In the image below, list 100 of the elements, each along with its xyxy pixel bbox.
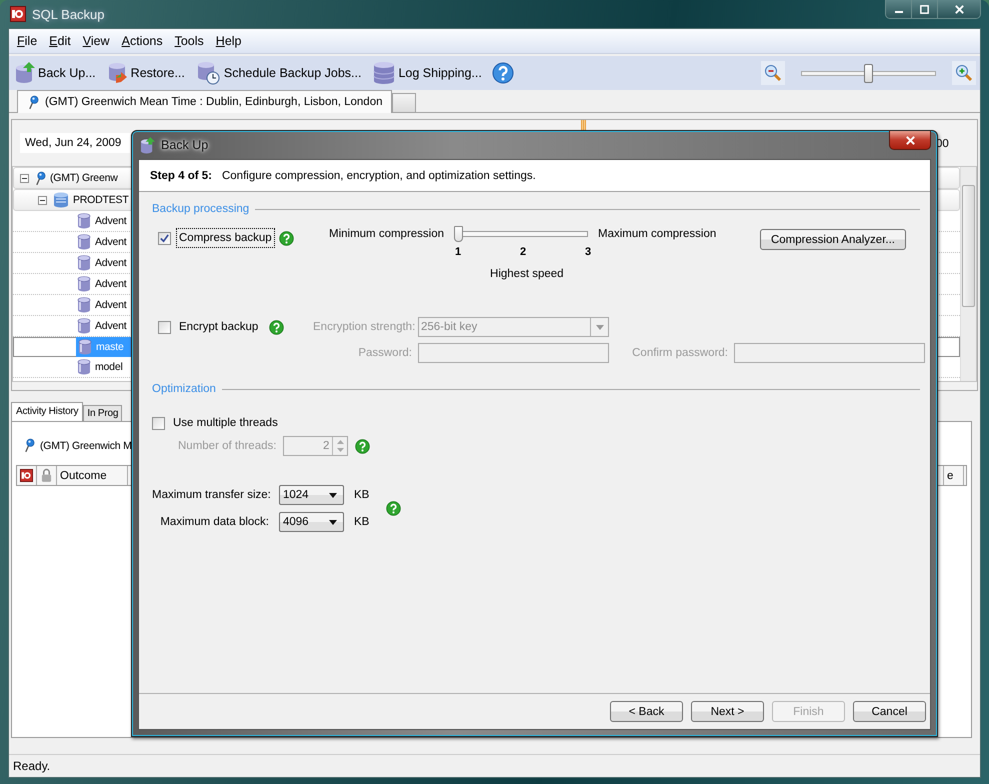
menu-item[interactable]: Edit bbox=[43, 32, 77, 50]
app-icon bbox=[10, 6, 26, 22]
checkbox[interactable] bbox=[158, 320, 171, 334]
tree-item[interactable]: PRODTEST bbox=[51, 190, 131, 210]
database-icon bbox=[77, 276, 91, 292]
tree-item[interactable]: model bbox=[75, 357, 125, 377]
database-icon bbox=[78, 339, 92, 355]
minimize-button[interactable] bbox=[886, 0, 912, 18]
data-block-dropdown[interactable]: 4096 bbox=[279, 512, 344, 532]
tree-item[interactable]: (GMT) Greenw bbox=[33, 168, 120, 188]
help-icon[interactable] bbox=[269, 320, 284, 334]
database-icon bbox=[77, 213, 91, 229]
maximize-button[interactable] bbox=[912, 0, 938, 18]
dialog-title: Back Up bbox=[161, 138, 208, 152]
close-button[interactable] bbox=[889, 131, 931, 150]
timezone-label: (GMT) Greenwich M bbox=[40, 440, 132, 452]
slider-caption: Highest speed bbox=[490, 268, 564, 280]
pin-icon bbox=[28, 94, 39, 110]
unit-label: KB bbox=[354, 489, 370, 501]
tab[interactable]: Activity History bbox=[11, 402, 84, 421]
menu-item[interactable]: File bbox=[11, 32, 44, 50]
toolbar-button[interactable]: Schedule Backup Jobs... bbox=[194, 61, 364, 85]
scrollbar[interactable] bbox=[960, 167, 976, 381]
tab[interactable]: (GMT) Greenwich Mean Time : Dublin, Edinburgh, Lisbon, London bbox=[17, 90, 392, 113]
column-header[interactable]: e bbox=[943, 466, 964, 485]
field-label: Maximum data block: bbox=[159, 516, 269, 528]
toolbar-button[interactable]: Log Shipping... bbox=[371, 61, 484, 85]
tick-label: 1 bbox=[454, 246, 462, 258]
tree-item[interactable]: Advent bbox=[75, 316, 128, 336]
section-heading: Backup processing bbox=[152, 203, 250, 215]
column-header[interactable]: Outcome bbox=[57, 466, 128, 485]
help-icon[interactable] bbox=[492, 62, 514, 84]
checkbox-label[interactable]: Compress backup bbox=[176, 228, 275, 248]
lock-icon bbox=[41, 468, 52, 483]
app-icon bbox=[20, 468, 33, 483]
wizard-button[interactable]: Next > bbox=[691, 701, 764, 722]
password-field[interactable] bbox=[418, 343, 609, 363]
status-text: Ready. bbox=[13, 759, 50, 773]
menu-item[interactable]: Tools bbox=[168, 32, 210, 50]
database-upload-icon bbox=[140, 136, 155, 154]
tree-item[interactable]: Advent bbox=[75, 274, 128, 294]
step-number: Step 4 of 5: bbox=[150, 170, 212, 182]
date-field[interactable]: Wed, Jun 24, 2009 bbox=[20, 133, 130, 153]
checkbox-label[interactable]: Encrypt backup bbox=[176, 317, 262, 337]
wizard-button[interactable]: < Back bbox=[610, 701, 683, 722]
database-icon bbox=[77, 318, 91, 334]
database-icon bbox=[373, 61, 396, 85]
compression-analyzer-button[interactable]: Compression Analyzer... bbox=[760, 229, 906, 250]
help-icon[interactable] bbox=[386, 501, 401, 516]
field-label: Number of threads: bbox=[178, 440, 276, 452]
slider-max-label: Maximum compression bbox=[598, 228, 716, 240]
database-icon bbox=[77, 234, 91, 250]
tree-item[interactable]: Advent bbox=[75, 232, 128, 252]
section-heading: Optimization bbox=[152, 383, 216, 395]
column-header[interactable] bbox=[17, 466, 37, 485]
toolbar-button[interactable]: Restore... bbox=[106, 62, 187, 84]
pin-icon bbox=[35, 170, 46, 186]
tab[interactable]: In Prog bbox=[83, 405, 122, 421]
zoom-in-icon[interactable] bbox=[952, 61, 976, 85]
database-clock-icon bbox=[196, 61, 221, 85]
tree-item[interactable]: Advent bbox=[75, 295, 128, 315]
dropdown-arrow-icon bbox=[329, 520, 337, 524]
field-label: Confirm password: bbox=[631, 347, 728, 359]
tree-item[interactable]: Advent bbox=[75, 253, 128, 273]
field-label: Encryption strength: bbox=[313, 321, 412, 333]
tick-label: 2 bbox=[520, 246, 526, 258]
window-title: SQL Backup bbox=[32, 6, 105, 22]
tree-item[interactable]: Advent bbox=[75, 211, 128, 231]
menu-item[interactable]: View bbox=[76, 32, 116, 50]
close-button[interactable] bbox=[938, 0, 980, 18]
field-label: Password: bbox=[357, 347, 412, 359]
transfer-size-dropdown[interactable]: 1024 bbox=[279, 485, 344, 505]
database-icon bbox=[77, 359, 91, 375]
checkbox-label[interactable]: Use multiple threads bbox=[170, 413, 281, 433]
dropdown-arrow-icon bbox=[596, 324, 604, 330]
checkbox[interactable] bbox=[152, 416, 165, 430]
collapse-icon[interactable] bbox=[38, 196, 47, 204]
step-description: Configure compression, encryption, and optimization settings. bbox=[222, 170, 536, 182]
field-label: Maximum transfer size: bbox=[152, 489, 269, 501]
confirm-password-field[interactable] bbox=[734, 343, 925, 363]
slider-min-label: Minimum compression bbox=[329, 228, 444, 240]
zoom-out-icon[interactable] bbox=[761, 61, 785, 85]
help-icon[interactable] bbox=[355, 438, 370, 454]
collapse-icon[interactable] bbox=[20, 174, 29, 182]
maximize-icon bbox=[919, 4, 930, 14]
menu-item[interactable]: Help bbox=[210, 32, 248, 50]
database-upload-icon bbox=[15, 62, 35, 84]
server-icon bbox=[53, 192, 69, 208]
tick-label: 3 bbox=[584, 246, 592, 258]
help-icon[interactable] bbox=[278, 230, 294, 246]
checkbox[interactable] bbox=[158, 232, 171, 244]
zoom-slider[interactable] bbox=[801, 64, 936, 82]
menu-item[interactable]: Actions bbox=[116, 32, 169, 50]
close-icon bbox=[954, 4, 964, 14]
dropdown-arrow-icon bbox=[329, 492, 337, 498]
database-icon bbox=[77, 255, 91, 271]
toolbar-button[interactable]: Back Up... bbox=[13, 62, 98, 84]
unit-label: KB bbox=[354, 516, 370, 528]
wizard-button[interactable]: Cancel bbox=[853, 701, 926, 722]
minimize-icon bbox=[894, 11, 902, 13]
